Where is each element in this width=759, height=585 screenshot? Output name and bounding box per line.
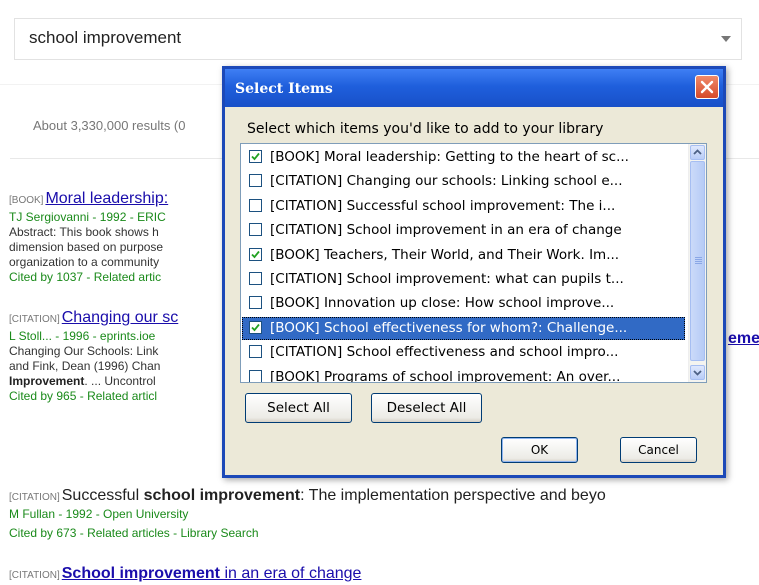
result-author[interactable]: L Stoll... - 1996 - eprints.ioe xyxy=(9,329,178,344)
ok-button[interactable]: OK xyxy=(501,437,578,463)
scroll-down-button[interactable] xyxy=(690,365,705,380)
checkbox[interactable] xyxy=(249,223,262,237)
related-articles-link[interactable]: Related artic xyxy=(94,270,161,284)
result-author[interactable]: M Fullan - 1992 - Open University xyxy=(9,507,606,522)
list-item-label: [BOOK] Moral leadership: Getting to the … xyxy=(270,149,629,165)
list-item[interactable]: [CITATION] Changing our schools: Linking… xyxy=(242,170,685,193)
result-title-pre[interactable]: Successful xyxy=(62,487,139,504)
list-item-label: [CITATION] School effectiveness and scho… xyxy=(270,344,619,361)
list-item[interactable]: [BOOK] Moral leadership: Getting to the … xyxy=(242,146,685,169)
list-item[interactable]: [BOOK] School effectiveness for whom?: C… xyxy=(242,316,685,340)
close-button[interactable] xyxy=(695,75,719,99)
result-type-tag: [CITATION] xyxy=(9,314,60,325)
list-item[interactable]: [CITATION] School improvement: what can … xyxy=(242,268,685,291)
result-snippet-line: Abstract: This book shows h xyxy=(9,225,159,239)
list-item[interactable]: [BOOK] Innovation up close: How school i… xyxy=(242,292,685,315)
list-item-label: [BOOK] Programs of school improvement: A… xyxy=(270,368,621,383)
list-item-label: [CITATION] School improvement: what can … xyxy=(270,271,624,287)
cancel-button[interactable]: Cancel xyxy=(620,437,697,463)
checkbox[interactable] xyxy=(249,272,262,285)
result-title-post[interactable]: : The implementation perspective and bey… xyxy=(300,487,606,504)
result-type-tag: [BOOK] xyxy=(9,195,44,206)
result-snippet-line: organization to a community xyxy=(9,255,160,269)
select-items-dialog: Select Items Select which items you'd li… xyxy=(222,66,726,478)
result-snippet-line: dimension based on purpose xyxy=(9,240,164,254)
checkmark-icon xyxy=(251,323,260,332)
list-item[interactable]: [CITATION] Successful school improvement… xyxy=(242,195,685,218)
list-scrollbar[interactable] xyxy=(688,144,706,382)
checkbox-checked[interactable] xyxy=(249,150,262,163)
checkbox[interactable] xyxy=(249,174,262,188)
result-title-link[interactable]: Changing our sc xyxy=(62,309,179,326)
deselect-all-button[interactable]: Deselect All xyxy=(371,393,482,423)
cited-by-link[interactable]: Cited by 1037 xyxy=(9,270,83,284)
result-snippet-line: and Fink, Dean (1996) Chan xyxy=(9,359,161,373)
items-listbox[interactable]: [BOOK] Moral leadership: Getting to the … xyxy=(240,143,707,383)
cited-by-link[interactable]: Cited by 673 xyxy=(9,526,76,540)
cited-by-link[interactable]: Cited by 965 xyxy=(9,389,76,403)
list-item[interactable]: [BOOK] Teachers, Their World, and Their … xyxy=(242,244,685,267)
dropdown-arrow-icon[interactable] xyxy=(721,36,731,42)
checkbox[interactable] xyxy=(249,296,262,310)
dialog-prompt: Select which items you'd like to add to … xyxy=(247,121,604,137)
search-query: school improvement xyxy=(29,28,182,47)
search-result: [BOOK] Moral leadership: TJ Sergiovanni -… xyxy=(9,190,169,284)
scroll-up-button[interactable] xyxy=(690,145,705,160)
dialog-titlebar[interactable]: Select Items xyxy=(225,69,723,107)
checkmark-icon xyxy=(251,250,260,258)
result-title-post[interactable]: in an era of change xyxy=(220,565,361,582)
result-title-bold[interactable]: school improvement xyxy=(144,487,300,504)
result-title-link[interactable]: Moral leadership: xyxy=(45,190,168,207)
list-item-label: [CITATION] School improvement in an era … xyxy=(270,222,622,239)
result-title-bold[interactable]: School improvement xyxy=(62,565,220,582)
result-snippet-bold: Improvement xyxy=(9,374,85,388)
list-item-label: [BOOK] Innovation up close: How school i… xyxy=(270,295,615,312)
library-search-link[interactable]: Library Search xyxy=(180,526,258,540)
search-result: [CITATION] School improvement in an era o… xyxy=(9,564,361,585)
search-box[interactable]: school improvement xyxy=(14,18,742,60)
related-articles-link[interactable]: Related articl xyxy=(87,389,157,403)
checkbox-checked[interactable] xyxy=(249,247,262,261)
chevron-down-icon xyxy=(693,370,702,376)
result-snippet-line: Changing Our Schools: Link xyxy=(9,344,159,358)
related-articles-link[interactable]: Related articles xyxy=(87,526,170,540)
dialog-title: Select Items xyxy=(235,81,333,97)
result-author[interactable]: TJ Sergiovanni - 1992 - ERIC xyxy=(9,210,168,225)
search-result: [CITATION] Changing our sc L Stoll... - 1… xyxy=(9,309,179,403)
result-snippet-tail: . ... Uncontrol xyxy=(84,374,156,388)
checkmark-icon xyxy=(251,152,260,161)
list-item[interactable]: [BOOK] Programs of school improvement: A… xyxy=(242,366,685,383)
list-item-label: [BOOK] Teachers, Their World, and Their … xyxy=(270,246,620,263)
list-item-label: [CITATION] Changing our schools: Linking… xyxy=(270,173,623,190)
result-type-tag: [CITATION] xyxy=(9,570,60,581)
checkbox[interactable] xyxy=(249,369,262,382)
list-item-label: [CITATION] Successful school improvement… xyxy=(270,197,616,214)
select-all-button[interactable]: Select All xyxy=(245,393,352,423)
checkbox[interactable] xyxy=(249,345,262,359)
list-item[interactable]: [CITATION] School improvement in an era … xyxy=(242,219,685,242)
close-icon xyxy=(700,80,714,94)
checkbox[interactable] xyxy=(249,198,262,212)
results-count: About 3,330,000 results (0 xyxy=(33,118,186,133)
scroll-thumb[interactable] xyxy=(690,161,705,361)
chevron-up-icon xyxy=(693,149,702,155)
search-result: [CITATION] Successful school improvement:… xyxy=(9,487,606,540)
result-type-tag: [CITATION] xyxy=(9,492,60,503)
list-item-label: [BOOK] School effectiveness for whom?: C… xyxy=(270,319,628,336)
result-title-tail[interactable]: eme xyxy=(728,330,759,348)
checkbox-checked[interactable] xyxy=(249,320,262,334)
list-item[interactable]: [CITATION] School effectiveness and scho… xyxy=(242,341,685,364)
